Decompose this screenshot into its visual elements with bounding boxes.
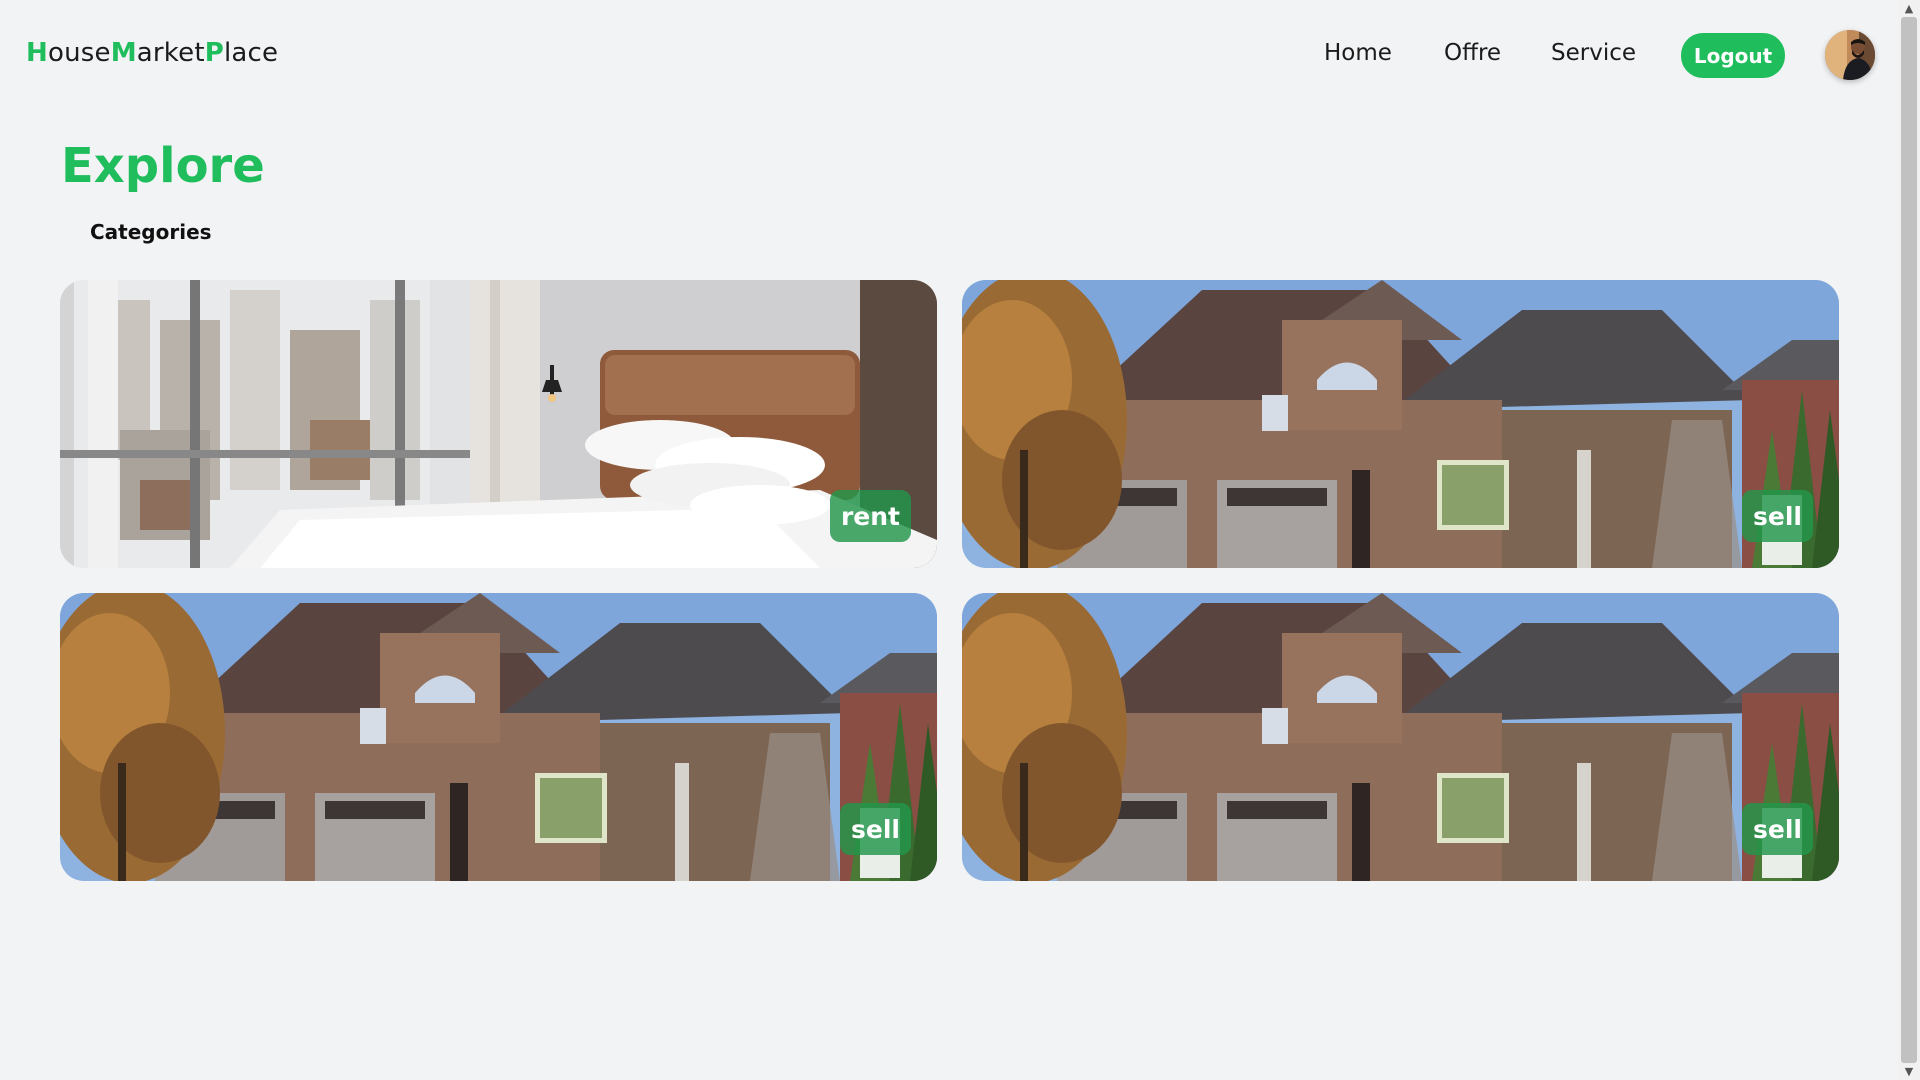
logo-text-arket: arket [136, 38, 205, 68]
category-badge-rent: rent [829, 490, 911, 542]
scrollbar-thumb[interactable] [1901, 17, 1917, 1063]
chevron-up-icon[interactable]: ▲ [1898, 0, 1920, 17]
logo-letter-p: P [204, 38, 224, 68]
avatar-photo [1825, 30, 1875, 80]
nav-link-offre[interactable]: Offre [1444, 40, 1501, 66]
logo-letter-m: M [110, 38, 137, 68]
house-photo [962, 593, 1839, 881]
page-title: Explore [61, 138, 265, 194]
category-card-rent[interactable]: rent [60, 280, 937, 568]
bedroom-photo [60, 280, 937, 568]
category-card-sell[interactable]: sell [962, 280, 1839, 568]
house-photo [962, 280, 1839, 568]
nav-link-home[interactable]: Home [1324, 40, 1392, 66]
category-badge-sell: sell [1742, 803, 1813, 855]
logo-text-ouse: ouse [47, 38, 111, 68]
category-card-sell[interactable]: sell [60, 593, 937, 881]
logo-letter-h: H [26, 38, 48, 68]
section-heading: Categories [90, 220, 212, 244]
category-card-sell[interactable]: sell [962, 593, 1839, 881]
category-badge-sell: sell [1742, 490, 1813, 542]
user-avatar[interactable] [1825, 30, 1875, 80]
category-badge-sell: sell [840, 803, 911, 855]
top-navbar: HouseMarketPlace Home Offre Service Logo… [0, 0, 1898, 110]
logo-text-lace: lace [224, 38, 279, 68]
logout-button[interactable]: Logout [1681, 33, 1785, 78]
nav-link-service[interactable]: Service [1551, 40, 1636, 66]
chevron-down-icon[interactable]: ▼ [1898, 1063, 1920, 1080]
vertical-scrollbar[interactable]: ▲ ▼ [1898, 0, 1920, 1080]
house-photo [60, 593, 937, 881]
brand-logo[interactable]: HouseMarketPlace [26, 38, 278, 68]
